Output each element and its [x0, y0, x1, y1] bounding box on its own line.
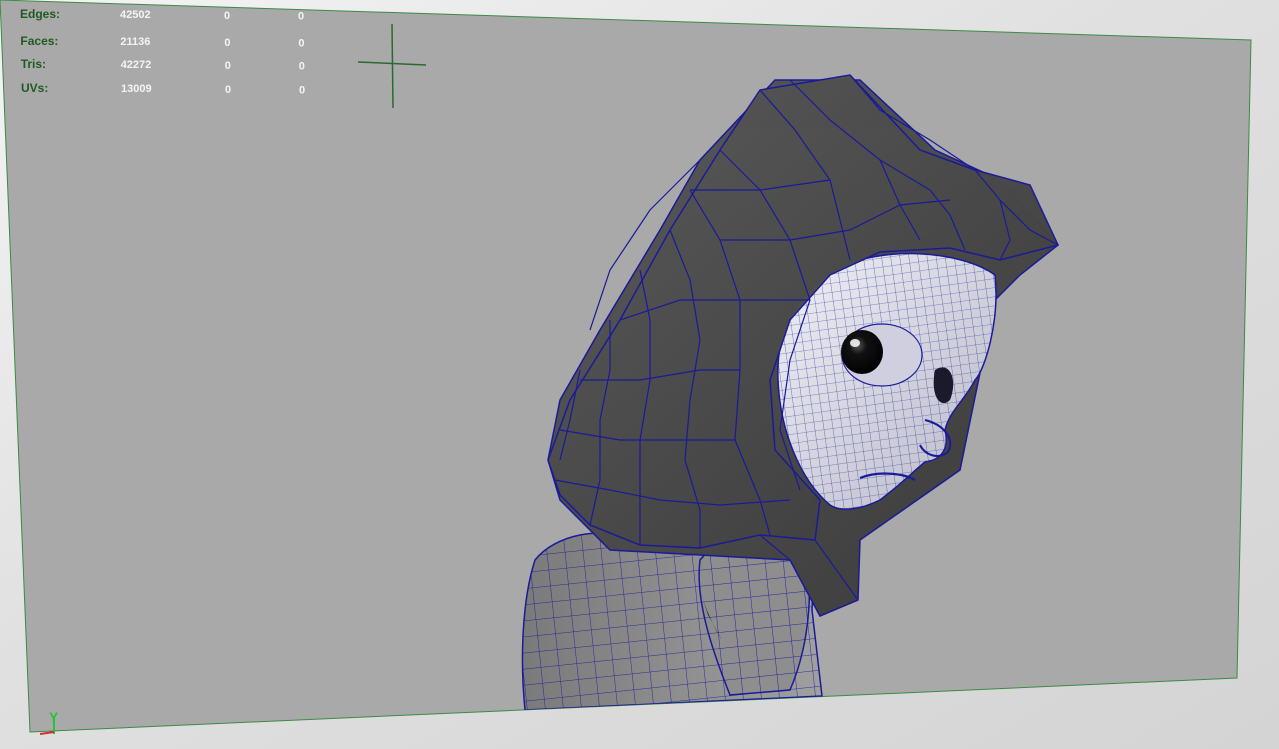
hud-value: 21136	[120, 36, 150, 48]
hud-value: 0	[225, 60, 231, 72]
hud-value: 0	[224, 37, 230, 49]
hud-value: 0	[299, 85, 305, 97]
hud-label: Tris:	[21, 57, 46, 71]
axis-y-label: Y	[49, 709, 59, 725]
hud-value: 0	[299, 61, 305, 73]
screenshot-stage: Edges: 42502 0 0 Faces: 21136 0 0 Tris: 42272 0 0 UV…	[0, 0, 1279, 749]
hud-value: 42502	[120, 9, 151, 21]
hud-value: 0	[225, 84, 231, 96]
hud-value: 0	[298, 38, 304, 50]
hud-value: 0	[298, 11, 304, 23]
eye-icon	[841, 330, 883, 374]
maya-viewport[interactable]: Edges: 42502 0 0 Faces: 21136 0 0 Tris: 42272 0 0 UV…	[0, 0, 1279, 749]
hud-label: UVs:	[21, 81, 48, 95]
hud-value: 13009	[121, 83, 152, 95]
hud-label: Faces:	[20, 34, 58, 48]
hud-label: Edges:	[20, 7, 60, 21]
hud-value: 42272	[121, 59, 152, 71]
hud-value: 0	[224, 10, 230, 22]
